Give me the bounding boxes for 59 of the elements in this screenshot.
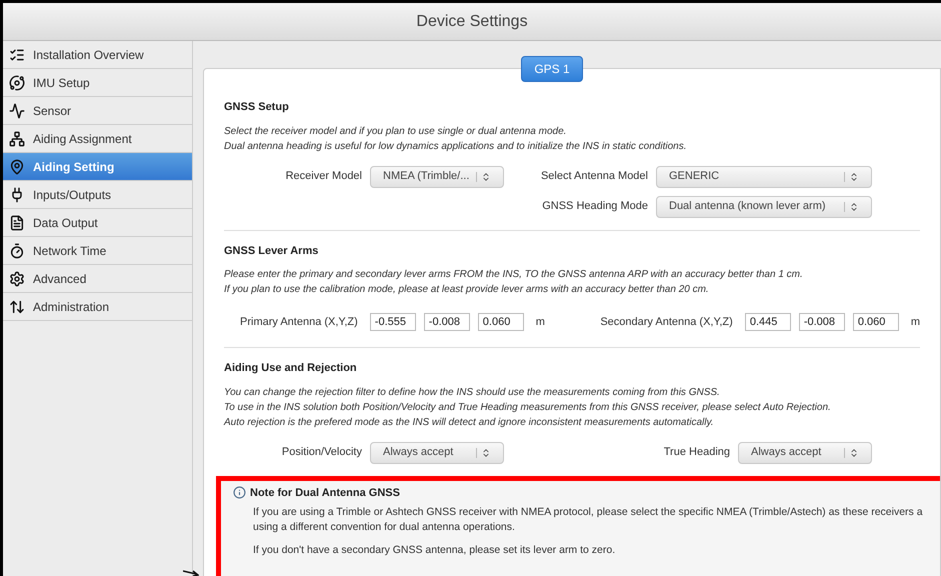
document-icon [9,214,25,230]
section-title: Aiding Use and Rejection [224,361,358,376]
input-field[interactable]: -0.008 [424,313,470,331]
stepper-arrows-icon [849,172,859,182]
stepper-arrows-icon [849,202,859,212]
sidebar-item[interactable]: Data Output [3,209,192,237]
note-paragraph: If you don't have a secondary GNSS antenna, please set its lever arm to zero. [253,543,616,558]
window-title: Device Settings [416,12,528,32]
sidebar-item[interactable]: Inputs/Outputs [3,181,192,209]
waveform-icon [9,102,25,118]
field-label: Select Antenna Model [540,169,648,184]
dropdown[interactable]: Dual antenna (known lever arm) [656,196,872,218]
help-text: Please enter the primary and secondary lever arms FROM the INS, TO the GNSS antenna ARP with an accuracy better than 1 cm. [224,268,804,282]
dropdown[interactable]: GENERIC [656,166,872,188]
info-icon [233,486,246,500]
up-down-arrows-icon [9,298,25,314]
stepper-arrows-icon [849,448,859,458]
tree-icon [9,130,25,146]
field-label: GNSS Heading Mode [542,199,648,214]
input-field[interactable]: 0.445 [744,313,791,331]
field-label: Primary Antenna (X,Y,Z) [240,314,358,330]
input-field[interactable]: 0.060 [478,313,524,331]
note-title: Note for Dual Antenna GNSS [250,486,400,500]
help-text: You can change the rejection filter to define how the INS should use the measurements coming from this GNSS. [224,386,721,400]
field-label: Receiver Model [286,169,362,184]
stepper-arrows-icon [481,172,491,182]
settings-icon [9,270,25,286]
help-text: If you plan to use the calibration mode, please at least provide lever arms with an accuracy better than 20 cm. [224,283,710,297]
dropdown[interactable]: Always accept [370,442,504,464]
orbit-icon [9,74,25,90]
field-label: True Heading [664,445,730,460]
sidebar-item[interactable]: IMU Setup [3,69,192,97]
arrow-icon [183,570,199,576]
help-text: Select the receiver model and if you plan to use single or dual antenna mode. [224,124,568,138]
help-text: To use in the INS solution both Position/Velocity and True Heading measurements from this GNSS receiver, please select Auto Rejection. [224,400,832,414]
stepper-arrows-icon [481,448,491,458]
dropdown[interactable]: NMEA (Trimble/... [370,166,504,188]
input-field[interactable]: -0.008 [798,313,845,331]
sidebar-item[interactable]: Administration [3,293,192,321]
input-field[interactable]: -0.555 [370,313,416,331]
field-label: Position/Velocity [282,445,362,460]
sidebar-item[interactable]: Network Time [3,237,192,265]
unit-label: m [910,314,920,330]
sidebar-item[interactable]: Installation Overview [3,41,192,69]
field-label: Secondary Antenna (X,Y,Z) [600,314,733,330]
help-text: Dual antenna heading is useful for low dynamics applications and to initialize the INS in static conditions. [224,140,688,154]
sidebar-item[interactable]: Aiding Setting [3,153,192,181]
input-field[interactable]: 0.060 [852,313,899,331]
stopwatch-icon [9,242,25,258]
sidebar-item[interactable]: Advanced [3,265,192,293]
section-title: GNSS Lever Arms [224,244,320,258]
pin-icon [9,158,25,174]
note-paragraph: If you are using a Trimble or Ashtech GNSS receiver with NMEA protocol, please select the specific NMEA (Trimble/Astech) as these receivers a using a different convention for dual antenna operations. [253,505,924,535]
unit-label: m [536,314,545,330]
checklist-icon [9,46,25,62]
dropdown[interactable]: Always accept [738,442,872,464]
sidebar-item[interactable]: Sensor [3,97,192,125]
help-text: Auto rejection is the prefered mode as the INS will detect and ignore inconsistent measurements automatically. [224,416,715,430]
section-title: GNSS Setup [224,100,290,115]
